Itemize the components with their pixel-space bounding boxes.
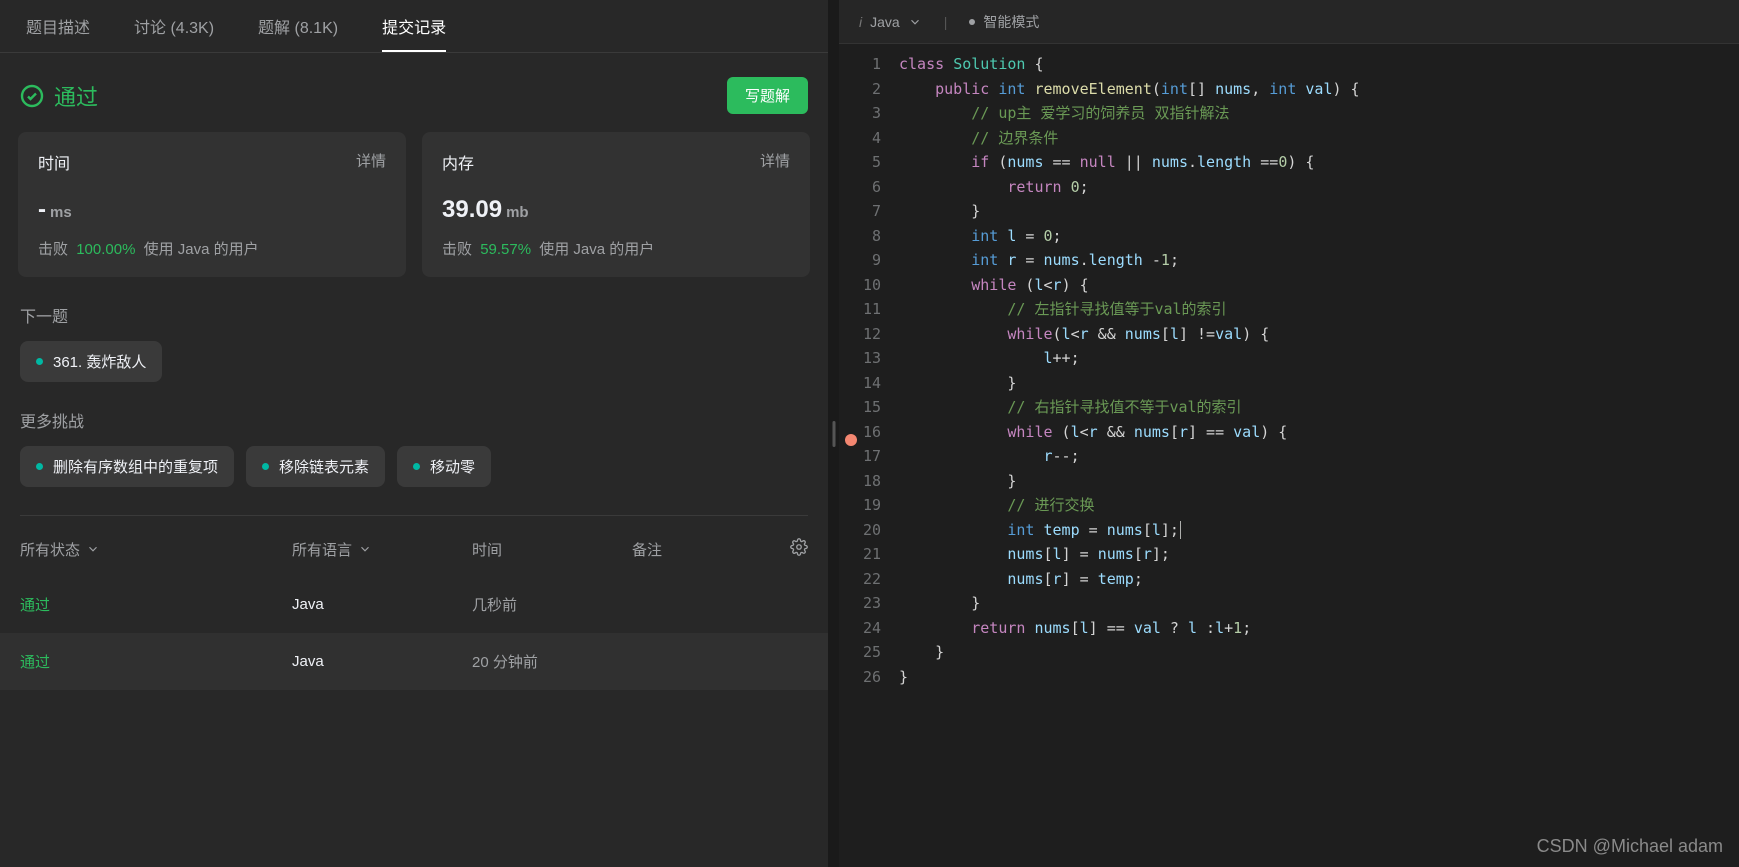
code-area[interactable]: class Solution { public int removeElemen… xyxy=(899,52,1739,867)
tab-2[interactable]: 题解 (8.1K) xyxy=(236,0,360,52)
challenge-label: 移动零 xyxy=(430,456,475,477)
code-line[interactable]: // up主 爱学习的饲养员 双指针解法 xyxy=(899,101,1739,126)
submission-row[interactable]: 通过Java20 分钟前 xyxy=(0,633,828,690)
mode-dot-icon xyxy=(969,19,975,25)
memory-title: 内存 xyxy=(442,150,474,174)
code-line[interactable]: int r = nums.length -1; xyxy=(899,248,1739,273)
mode-label: 智能模式 xyxy=(983,12,1039,32)
code-line[interactable]: return 0; xyxy=(899,175,1739,200)
status-label: 通过 xyxy=(54,80,98,112)
code-line[interactable]: } xyxy=(899,371,1739,396)
left-panel: 题目描述讨论 (4.3K)题解 (8.1K)提交记录 通过 写题解 时间 详情 … xyxy=(0,0,829,867)
time-card[interactable]: 时间 详情 -ms 击败 100.00% 使用 Java 的用户 xyxy=(18,132,406,277)
language-label: Java xyxy=(870,14,900,30)
code-line[interactable]: if (nums == null || nums.length ==0) { xyxy=(899,150,1739,175)
editor-toolbar: i Java | 智能模式 xyxy=(839,0,1739,44)
status-row: 通过 写题解 xyxy=(0,53,828,132)
time-beat: 击败 100.00% 使用 Java 的用户 xyxy=(38,238,386,259)
more-challenges-title: 更多挑战 xyxy=(0,382,828,446)
code-line[interactable]: } xyxy=(899,469,1739,494)
code-line[interactable]: // 左指针寻找值等于val的索引 xyxy=(899,297,1739,322)
watermark: CSDN @Michael adam xyxy=(1537,836,1723,857)
memory-card[interactable]: 内存 详情 39.09mb 击败 59.57% 使用 Java 的用户 xyxy=(422,132,810,277)
time-title: 时间 xyxy=(38,150,70,174)
code-editor[interactable]: 1234567891011121314151617181920212223242… xyxy=(839,44,1739,867)
code-line[interactable]: // 进行交换 xyxy=(899,493,1739,518)
chevron-down-icon xyxy=(358,542,372,556)
difficulty-dot-icon xyxy=(413,463,420,470)
panel-splitter[interactable] xyxy=(829,0,839,867)
code-line[interactable]: int temp = nums[l]; xyxy=(899,518,1739,543)
language-selector[interactable]: i Java xyxy=(859,14,922,30)
header-time: 时间 xyxy=(472,539,632,560)
code-line[interactable]: r--; xyxy=(899,444,1739,469)
code-line[interactable]: l++; xyxy=(899,346,1739,371)
breakpoint-icon[interactable] xyxy=(845,434,857,446)
code-line[interactable]: int l = 0; xyxy=(899,224,1739,249)
code-line[interactable]: while(l<r && nums[l] !=val) { xyxy=(899,322,1739,347)
code-line[interactable]: // 右指针寻找值不等于val的索引 xyxy=(899,395,1739,420)
difficulty-dot-icon xyxy=(262,463,269,470)
text-cursor xyxy=(1180,521,1182,539)
code-line[interactable]: return nums[l] == val ? l :l+1; xyxy=(899,616,1739,641)
filter-language[interactable]: 所有语言 xyxy=(292,539,472,560)
challenge-pill[interactable]: 删除有序数组中的重复项 xyxy=(20,446,234,487)
row-time: 几秒前 xyxy=(472,594,632,615)
line-number-gutter[interactable]: 1234567891011121314151617181920212223242… xyxy=(839,52,899,867)
code-line[interactable]: } xyxy=(899,199,1739,224)
code-line[interactable]: nums[l] = nums[r]; xyxy=(899,542,1739,567)
gear-icon[interactable] xyxy=(790,538,808,556)
filter-status[interactable]: 所有状态 xyxy=(20,539,292,560)
tab-1[interactable]: 讨论 (4.3K) xyxy=(112,0,236,52)
row-language: Java xyxy=(292,653,472,670)
tab-0[interactable]: 题目描述 xyxy=(4,0,112,52)
next-problem-title: 下一题 xyxy=(0,277,828,341)
chevron-down-icon xyxy=(908,15,922,29)
difficulty-dot-icon xyxy=(36,358,43,365)
code-line[interactable]: } xyxy=(899,591,1739,616)
memory-value: 39.09mb xyxy=(442,196,790,224)
row-time: 20 分钟前 xyxy=(472,651,632,672)
code-line[interactable]: while (l<r && nums[r] == val) { xyxy=(899,420,1739,445)
code-line[interactable]: nums[r] = temp; xyxy=(899,567,1739,592)
check-circle-icon xyxy=(20,84,44,108)
challenge-label: 删除有序数组中的重复项 xyxy=(53,456,218,477)
code-line[interactable]: while (l<r) { xyxy=(899,273,1739,298)
challenge-pill[interactable]: 移动零 xyxy=(397,446,491,487)
submission-row[interactable]: 通过Java几秒前 xyxy=(0,576,828,633)
memory-details-link[interactable]: 详情 xyxy=(760,150,790,174)
code-line[interactable]: } xyxy=(899,640,1739,665)
row-status: 通过 xyxy=(20,594,292,615)
difficulty-dot-icon xyxy=(36,463,43,470)
code-line[interactable]: class Solution { xyxy=(899,52,1739,77)
submissions-header: 所有状态 所有语言 时间 备注 xyxy=(0,516,828,576)
header-note: 备注 xyxy=(632,539,778,560)
stats-cards: 时间 详情 -ms 击败 100.00% 使用 Java 的用户 内存 详情 3… xyxy=(0,132,828,277)
challenge-pill[interactable]: 移除链表元素 xyxy=(246,446,385,487)
code-line[interactable]: } xyxy=(899,665,1739,690)
tab-bar: 题目描述讨论 (4.3K)题解 (8.1K)提交记录 xyxy=(0,0,828,53)
editor-mode[interactable]: 智能模式 xyxy=(969,12,1039,32)
code-line[interactable]: public int removeElement(int[] nums, int… xyxy=(899,77,1739,102)
next-problem-label: 361. 轰炸敌人 xyxy=(53,351,146,372)
time-details-link[interactable]: 详情 xyxy=(356,150,386,174)
chevron-down-icon xyxy=(86,542,100,556)
write-solution-button[interactable]: 写题解 xyxy=(727,77,808,114)
next-problem-pill[interactable]: 361. 轰炸敌人 xyxy=(20,341,162,382)
challenge-label: 移除链表元素 xyxy=(279,456,369,477)
row-status: 通过 xyxy=(20,651,292,672)
time-value: -ms xyxy=(38,196,386,224)
code-editor-panel: i Java | 智能模式 12345678910111213141516171… xyxy=(839,0,1739,867)
row-language: Java xyxy=(292,596,472,613)
status-passed: 通过 xyxy=(20,80,98,112)
memory-beat: 击败 59.57% 使用 Java 的用户 xyxy=(442,238,790,259)
tab-3[interactable]: 提交记录 xyxy=(360,0,468,52)
code-line[interactable]: // 边界条件 xyxy=(899,126,1739,151)
